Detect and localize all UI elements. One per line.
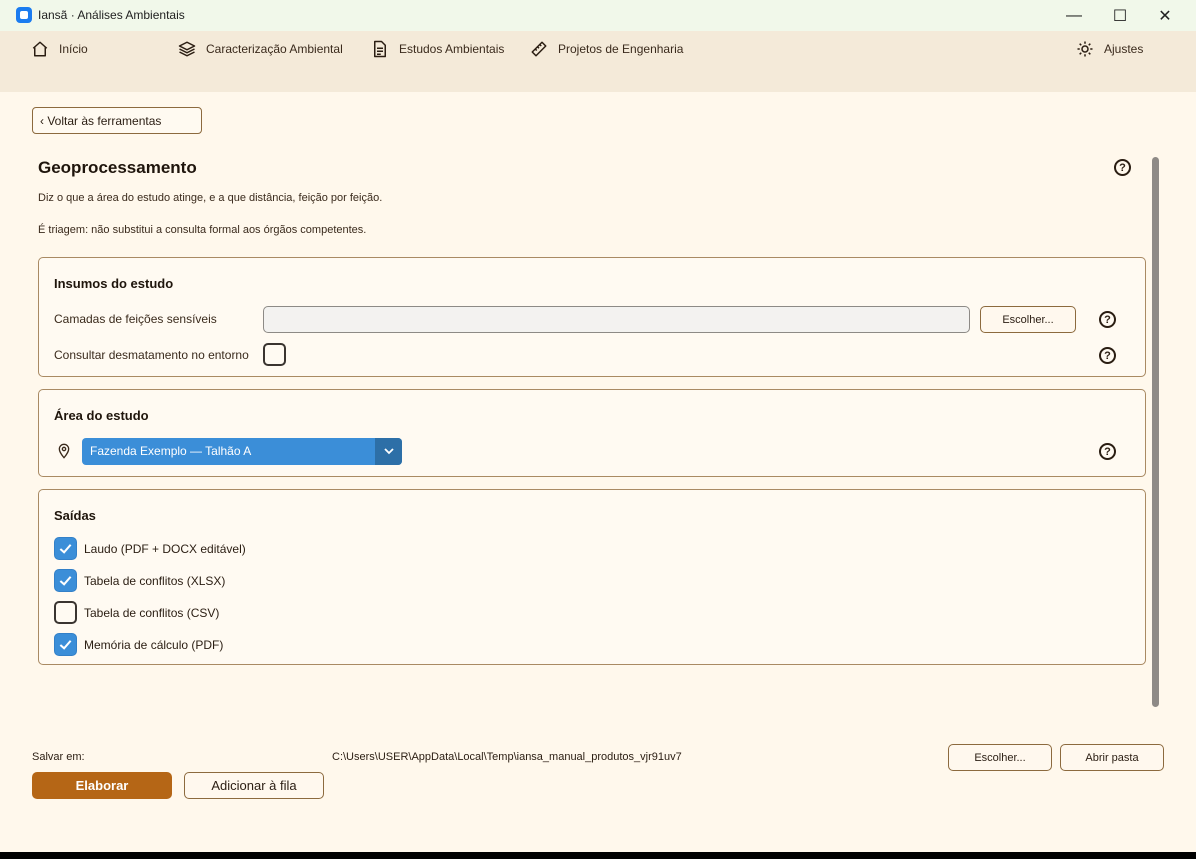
desmatamento-label: Consultar desmatamento no entorno — [54, 348, 249, 362]
document-icon — [374, 40, 386, 58]
map-pin-icon — [58, 443, 70, 459]
vertical-scrollbar[interactable] — [1152, 157, 1159, 707]
nav-home-label: Início — [59, 42, 88, 56]
help-icon[interactable]: ? — [1114, 159, 1131, 176]
page-note: É triagem: não substitui a consulta form… — [38, 224, 367, 236]
home-icon — [32, 41, 48, 57]
saida-xlsx-checkbox[interactable] — [54, 569, 77, 592]
top-nav: Início Caracterização Ambiental Estudos … — [0, 31, 1196, 92]
area-help-icon[interactable]: ? — [1099, 443, 1116, 460]
area-panel: Área do estudo Fazenda Exemplo — Talhão … — [38, 389, 1146, 477]
maximize-button[interactable]: ☐ — [1097, 0, 1143, 31]
window-title: Iansã · Análises Ambientais — [38, 8, 185, 22]
nav-home[interactable]: Início — [31, 38, 88, 60]
app-icon — [16, 7, 32, 23]
check-icon — [59, 576, 72, 586]
area-select[interactable]: Fazenda Exemplo — Talhão A — [82, 438, 402, 465]
insumos-title: Insumos do estudo — [54, 276, 174, 291]
nav-ajustes[interactable]: Ajustes — [1076, 38, 1143, 60]
nav-estudos[interactable]: Estudos Ambientais — [371, 38, 504, 60]
add-to-queue-button[interactable]: Adicionar à fila — [184, 772, 324, 799]
title-bar: Iansã · Análises Ambientais — ☐ ✕ — [0, 0, 1196, 31]
saida-xlsx-label: Tabela de conflitos (XLSX) — [84, 574, 226, 588]
close-button[interactable]: ✕ — [1142, 0, 1188, 31]
saidas-title: Saídas — [54, 508, 96, 523]
page-description: Diz o que a área do estudo atinge, e a q… — [38, 192, 383, 204]
camadas-escolher-button[interactable]: Escolher... — [980, 306, 1076, 333]
page-title: Geoprocessamento — [38, 158, 197, 177]
nav-estudos-label: Estudos Ambientais — [399, 42, 505, 56]
area-title: Área do estudo — [54, 408, 149, 423]
nav-projetos[interactable]: Projetos de Engenharia — [530, 38, 683, 60]
app-window: Iansã · Análises Ambientais — ☐ ✕ Início… — [0, 0, 1196, 852]
camadas-label: Camadas de feições sensíveis — [54, 312, 217, 326]
saida-laudo-label: Laudo (PDF + DOCX editável) — [84, 542, 246, 556]
check-icon — [59, 544, 72, 554]
gear-icon — [1077, 41, 1093, 57]
check-icon — [59, 640, 72, 650]
save-escolher-button[interactable]: Escolher... — [948, 744, 1052, 771]
nav-projetos-label: Projetos de Engenharia — [558, 42, 684, 56]
elaborar-button[interactable]: Elaborar — [32, 772, 172, 799]
back-to-tools-button[interactable]: ‹ Voltar às ferramentas — [32, 107, 202, 134]
layers-icon — [178, 41, 196, 57]
saida-csv-checkbox[interactable] — [54, 601, 77, 624]
area-select-value: Fazenda Exemplo — Talhão A — [90, 444, 252, 458]
minimize-button[interactable]: — — [1051, 0, 1097, 31]
nav-caracterizacao-label: Caracterização Ambiental — [206, 42, 343, 56]
open-folder-button[interactable]: Abrir pasta — [1060, 744, 1164, 771]
chevron-down-icon[interactable] — [375, 438, 402, 465]
save-location-path: C:\Users\USER\AppData\Local\Temp\iansa_m… — [332, 751, 682, 763]
nav-caracterizacao[interactable]: Caracterização Ambiental — [178, 38, 343, 60]
camadas-help-icon[interactable]: ? — [1099, 311, 1116, 328]
nav-ajustes-label: Ajustes — [1104, 42, 1144, 56]
desmatamento-help-icon[interactable]: ? — [1099, 347, 1116, 364]
camadas-input[interactable] — [263, 306, 970, 333]
saida-csv-label: Tabela de conflitos (CSV) — [84, 606, 220, 620]
saidas-panel: Saídas Laudo (PDF + DOCX editável) Tabel… — [38, 489, 1146, 665]
saida-laudo-checkbox[interactable] — [54, 537, 77, 560]
save-location-label: Salvar em: — [32, 751, 85, 763]
ruler-icon — [531, 41, 547, 57]
desmatamento-checkbox[interactable] — [263, 343, 286, 366]
saida-memoria-checkbox[interactable] — [54, 633, 77, 656]
insumos-panel: Insumos do estudo Camadas de feições sen… — [38, 257, 1146, 377]
saida-memoria-label: Memória de cálculo (PDF) — [84, 638, 224, 652]
